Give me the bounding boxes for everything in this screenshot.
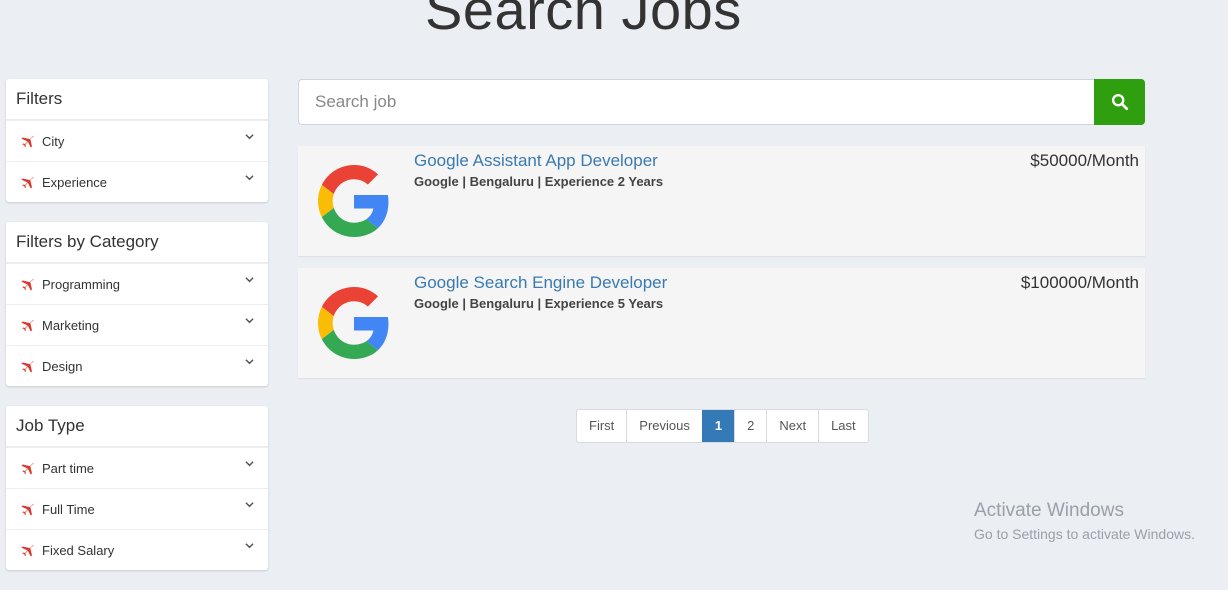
filter-item-experience[interactable]: Experience <box>6 161 268 202</box>
filter-item-label: Design <box>42 358 83 374</box>
plane-icon <box>21 462 37 475</box>
filter-item-full-time[interactable]: Full Time <box>6 488 268 529</box>
chevron-down-icon <box>245 134 254 140</box>
filter-item-label: City <box>42 133 65 149</box>
plane-icon <box>21 503 37 516</box>
job-meta: Google | Bengaluru | Experience 5 Years <box>414 296 664 311</box>
filter-item-label: Full Time <box>42 501 95 517</box>
filter-item-fixed-salary[interactable]: Fixed Salary <box>6 529 268 570</box>
filter-item-marketing[interactable]: Marketing <box>6 304 268 345</box>
plane-icon <box>21 360 37 373</box>
page-title: Search Jobs <box>425 0 742 41</box>
filter-item-city[interactable]: City <box>6 120 268 161</box>
search-button[interactable] <box>1094 79 1145 125</box>
chevron-down-icon <box>245 175 254 181</box>
chevron-down-icon <box>245 461 254 467</box>
chevron-down-icon <box>245 318 254 324</box>
google-logo <box>318 287 389 359</box>
plane-icon <box>21 278 37 291</box>
pagination: First Previous 1 2 Next Last <box>576 409 869 443</box>
plane-icon <box>21 135 37 148</box>
watermark-title: Activate Windows <box>974 500 1124 521</box>
chevron-down-icon <box>245 543 254 549</box>
job-type-panel: Job Type Part time Full Time Fixed Salar… <box>6 406 268 570</box>
job-salary: $50000/Month <box>1030 151 1139 170</box>
pagination-last[interactable]: Last <box>818 410 868 442</box>
job-salary: $100000/Month <box>1020 273 1139 292</box>
search-icon <box>1111 93 1128 111</box>
pagination-previous[interactable]: Previous <box>626 410 702 442</box>
pagination-first[interactable]: First <box>577 410 627 442</box>
panel-heading: Filters <box>6 79 268 120</box>
plane-icon <box>21 176 37 189</box>
watermark-subtitle: Go to Settings to activate Windows. <box>974 526 1195 542</box>
filter-item-design[interactable]: Design <box>6 345 268 386</box>
filter-item-programming[interactable]: Programming <box>6 263 268 304</box>
filter-item-label: Marketing <box>42 317 100 333</box>
filters-panel: Filters City Experience <box>6 79 268 202</box>
filter-item-label: Experience <box>42 174 108 190</box>
chevron-down-icon <box>245 277 254 283</box>
search-bar <box>298 79 1145 125</box>
job-results: Google Assistant App Developer Google | … <box>298 79 1145 378</box>
job-meta: Google | Bengaluru | Experience 2 Years <box>414 174 664 189</box>
job-title-link[interactable]: Google Search Engine Developer <box>414 273 667 293</box>
filter-item-part-time[interactable]: Part time <box>6 447 268 488</box>
pagination-page-2[interactable]: 2 <box>734 410 767 442</box>
job-card: Google Search Engine Developer Google | … <box>298 268 1145 378</box>
filter-item-label: Fixed Salary <box>42 542 115 558</box>
panel-heading: Filters by Category <box>6 222 268 263</box>
chevron-down-icon <box>245 359 254 365</box>
windows-activation-watermark: Activate Windows Go to Settings to activ… <box>974 500 1195 544</box>
pagination-next[interactable]: Next <box>766 410 819 442</box>
google-logo <box>318 165 389 237</box>
plane-icon <box>21 319 37 332</box>
search-input[interactable] <box>298 79 1094 125</box>
job-card: Google Assistant App Developer Google | … <box>298 146 1145 256</box>
filter-item-label: Programming <box>42 276 121 292</box>
plane-icon <box>21 544 37 557</box>
chevron-down-icon <box>245 502 254 508</box>
panel-heading: Job Type <box>6 406 268 447</box>
pagination-page-1[interactable]: 1 <box>701 410 735 442</box>
filter-item-label: Part time <box>42 460 95 476</box>
category-filters-panel: Filters by Category Programming Marketin… <box>6 222 268 386</box>
job-title-link[interactable]: Google Assistant App Developer <box>414 151 658 171</box>
filters-sidebar: Filters City Experience Filters by Categ… <box>6 79 268 590</box>
